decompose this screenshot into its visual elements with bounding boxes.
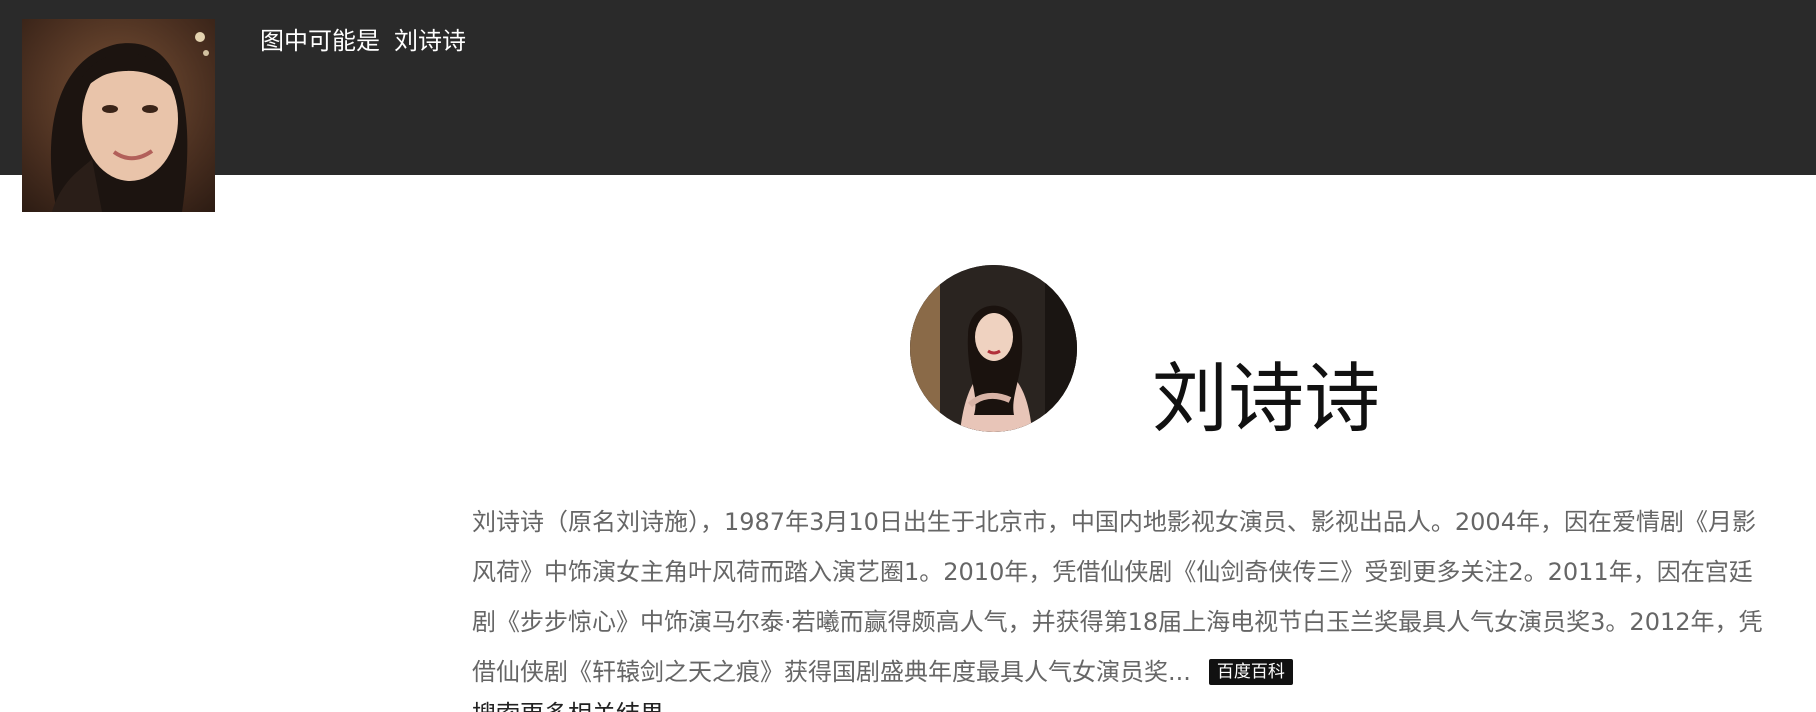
recognition-prefix: 图中可能是 [260,27,380,55]
profile-description: 刘诗诗（原名刘诗施），1987年3月10日出生于北京市，中国内地影视女演员、影视… [472,497,1772,697]
more-results-link[interactable]: 搜索更多相关结果 [472,697,664,712]
uploaded-image-thumbnail[interactable] [22,19,215,212]
source-badge[interactable]: 百度百科 [1208,659,1293,685]
page: 图中可能是 刘诗诗 刘诗诗 刘诗诗（原名刘诗施），1987年3月10日出生于北京市… [0,0,1816,712]
portrait-photo [910,265,1077,432]
face-photo [22,19,215,212]
recognition-result: 图中可能是 刘诗诗 [260,24,466,58]
profile-name: 刘诗诗 [1152,353,1380,443]
recognized-name[interactable]: 刘诗诗 [394,27,466,55]
profile-avatar[interactable] [910,265,1077,432]
description-text: 刘诗诗（原名刘诗施），1987年3月10日出生于北京市，中国内地影视女演员、影视… [472,508,1763,686]
